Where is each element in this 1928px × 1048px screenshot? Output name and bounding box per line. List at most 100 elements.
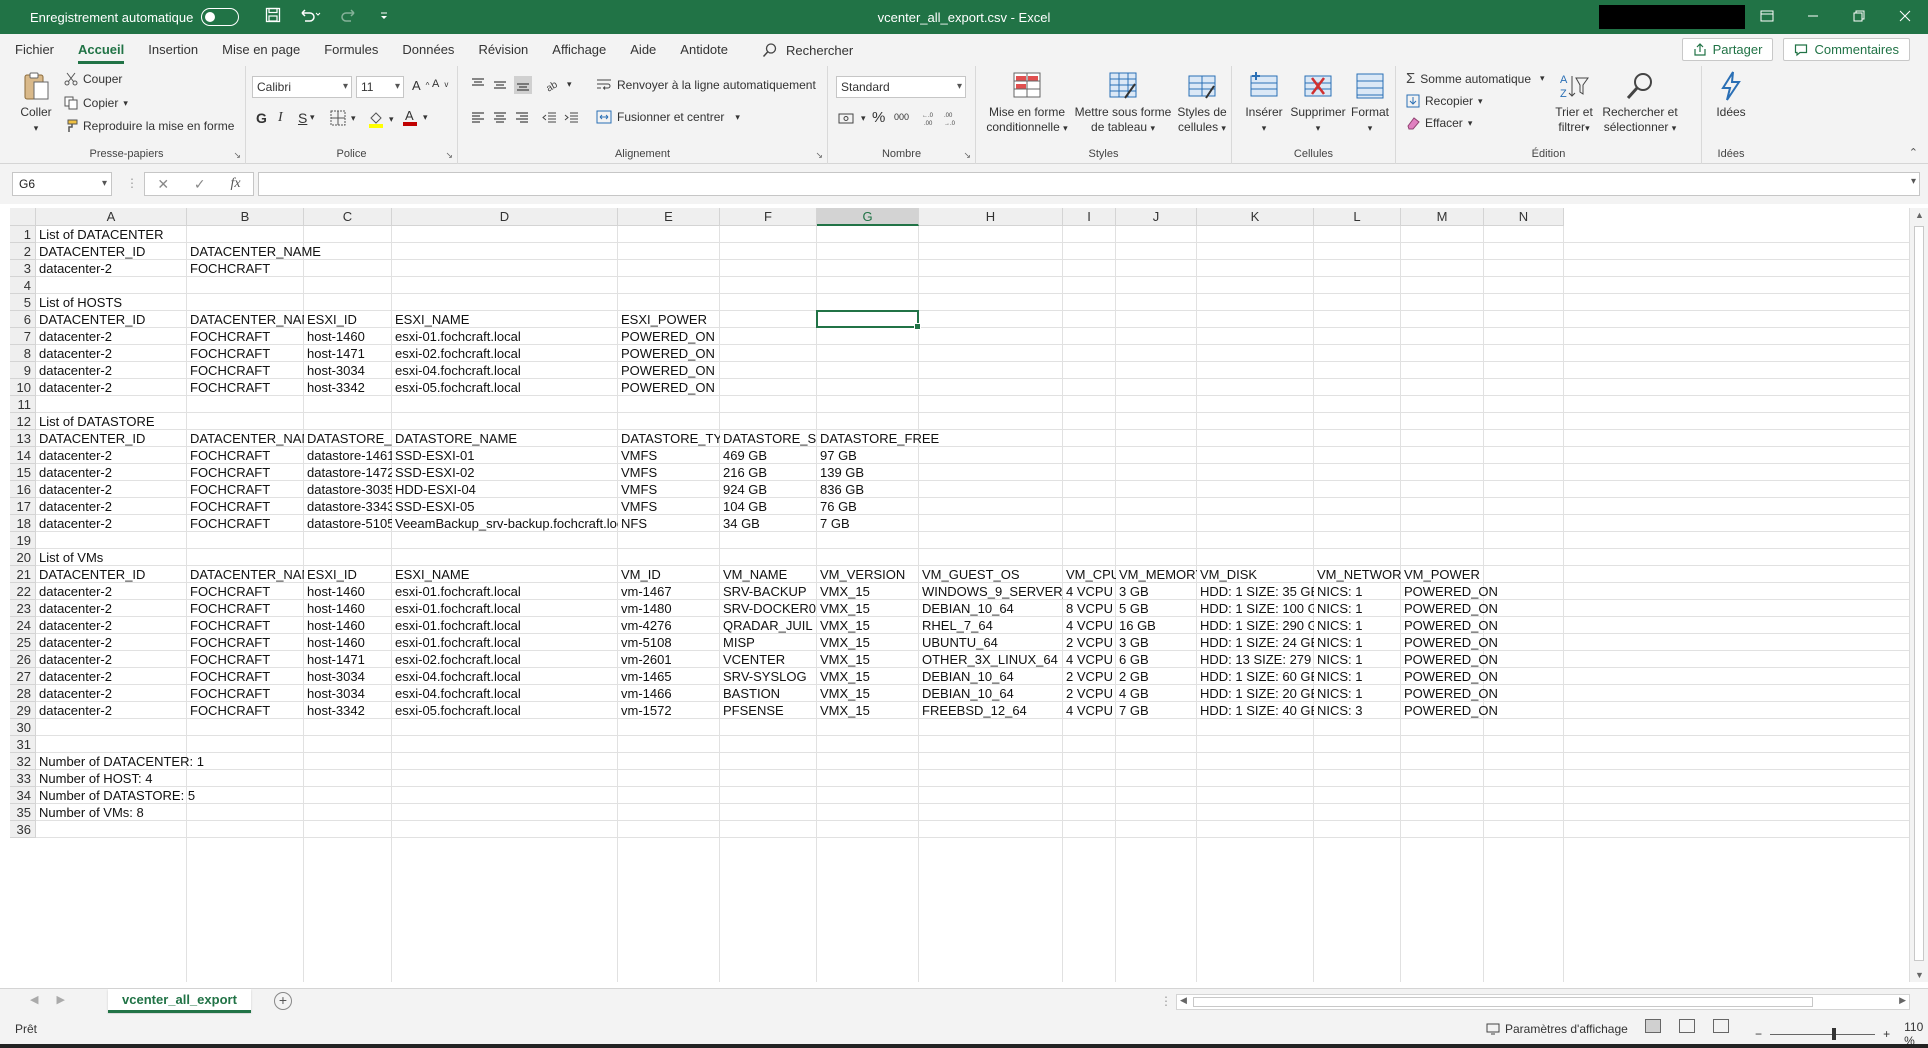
cell-f15[interactable]: 216 GB bbox=[720, 464, 817, 481]
cell-b2[interactable]: DATACENTER_NAME bbox=[187, 243, 587, 260]
column-header-h[interactable]: H bbox=[919, 208, 1063, 226]
display-settings-button[interactable]: Paramètres d'affichage bbox=[1486, 1022, 1628, 1036]
row-header-6[interactable]: 6 bbox=[10, 311, 36, 328]
font-size-select[interactable]: 11 bbox=[356, 76, 404, 98]
cell-b6[interactable]: DATACENTER_NAME bbox=[187, 311, 304, 328]
cell-a20[interactable]: List of VMs bbox=[36, 549, 436, 566]
column-header-e[interactable]: E bbox=[618, 208, 720, 226]
underline-button[interactable]: S bbox=[298, 110, 307, 126]
scroll-right-icon[interactable]: ▶ bbox=[1899, 995, 1906, 1006]
cell-k27[interactable]: HDD: 1 SIZE: 60 GB bbox=[1197, 668, 1314, 685]
row-header-26[interactable]: 26 bbox=[10, 651, 36, 668]
cell-j27[interactable]: 2 GB bbox=[1116, 668, 1197, 685]
bold-button[interactable]: G bbox=[256, 110, 267, 126]
cell-d18[interactable]: VeeamBackup_srv-backup.fochcraft.local bbox=[392, 515, 618, 532]
cell-h26[interactable]: OTHER_3X_LINUX_64 bbox=[919, 651, 1063, 668]
cell-h28[interactable]: DEBIAN_10_64 bbox=[919, 685, 1063, 702]
cell-k24[interactable]: HDD: 1 SIZE: 290 GB bbox=[1197, 617, 1314, 634]
zoom-in-icon[interactable]: + bbox=[1883, 1027, 1890, 1041]
cell-d15[interactable]: SSD-ESXI-02 bbox=[392, 464, 618, 481]
cell-g29[interactable]: VMX_15 bbox=[817, 702, 919, 719]
cell-m22[interactable]: POWERED_ON bbox=[1401, 583, 1801, 600]
cell-e22[interactable]: vm-1467 bbox=[618, 583, 720, 600]
customize-toolbar-icon[interactable] bbox=[379, 7, 389, 28]
cell-e9[interactable]: POWERED_ON bbox=[618, 362, 1018, 379]
tab-insertion[interactable]: Insertion bbox=[136, 34, 210, 66]
cell-c16[interactable]: datastore-3035 bbox=[304, 481, 392, 498]
cell-k21[interactable]: VM_DISK bbox=[1197, 566, 1314, 583]
name-box[interactable]: G6 bbox=[12, 172, 112, 196]
search-box[interactable]: Rechercher bbox=[762, 42, 853, 58]
dialog-launcher-icon[interactable]: ↘ bbox=[233, 150, 241, 161]
cell-a26[interactable]: datacenter-2 bbox=[36, 651, 187, 668]
cell-d14[interactable]: SSD-ESXI-01 bbox=[392, 447, 618, 464]
cell-a12[interactable]: List of DATASTORE bbox=[36, 413, 436, 430]
column-header-c[interactable]: C bbox=[304, 208, 392, 226]
cell-h22[interactable]: WINDOWS_9_SERVER_64 bbox=[919, 583, 1063, 600]
merge-center-button[interactable]: Fusionner et centrer ▾ bbox=[596, 110, 740, 124]
cell-b24[interactable]: FOCHCRAFT bbox=[187, 617, 304, 634]
row-header-19[interactable]: 19 bbox=[10, 532, 36, 549]
font-color-button[interactable]: A ▾ bbox=[402, 108, 428, 126]
cell-a29[interactable]: datacenter-2 bbox=[36, 702, 187, 719]
cell-i28[interactable]: 2 VCPU bbox=[1063, 685, 1116, 702]
cell-b16[interactable]: FOCHCRAFT bbox=[187, 481, 304, 498]
row-header-18[interactable]: 18 bbox=[10, 515, 36, 532]
cell-b18[interactable]: FOCHCRAFT bbox=[187, 515, 304, 532]
cell-i24[interactable]: 4 VCPU bbox=[1063, 617, 1116, 634]
cell-e7[interactable]: POWERED_ON bbox=[618, 328, 1018, 345]
column-header-i[interactable]: I bbox=[1063, 208, 1116, 226]
align-bottom-icon[interactable] bbox=[514, 76, 532, 94]
cell-b15[interactable]: FOCHCRAFT bbox=[187, 464, 304, 481]
horizontal-scroll-thumb[interactable] bbox=[1193, 997, 1813, 1007]
cell-d26[interactable]: esxi-02.fochcraft.local bbox=[392, 651, 618, 668]
decrease-decimal-button[interactable]: .00 →.0 bbox=[944, 110, 960, 126]
cell-c25[interactable]: host-1460 bbox=[304, 634, 392, 651]
wrap-text-button[interactable]: Renvoyer à la ligne automatiquement bbox=[596, 78, 816, 92]
column-header-l[interactable]: L bbox=[1314, 208, 1401, 226]
cell-d16[interactable]: HDD-ESXI-04 bbox=[392, 481, 618, 498]
row-header-35[interactable]: 35 bbox=[10, 804, 36, 821]
cell-c21[interactable]: ESXI_ID bbox=[304, 566, 392, 583]
cell-c6[interactable]: ESXI_ID bbox=[304, 311, 392, 328]
cell-a16[interactable]: datacenter-2 bbox=[36, 481, 187, 498]
row-header-15[interactable]: 15 bbox=[10, 464, 36, 481]
cell-f25[interactable]: MISP bbox=[720, 634, 817, 651]
row-header-23[interactable]: 23 bbox=[10, 600, 36, 617]
zoom-slider[interactable] bbox=[1770, 1027, 1876, 1040]
cell-j28[interactable]: 4 GB bbox=[1116, 685, 1197, 702]
cell-e15[interactable]: VMFS bbox=[618, 464, 720, 481]
column-header-j[interactable]: J bbox=[1116, 208, 1197, 226]
ribbon-display-icon[interactable] bbox=[1744, 0, 1790, 34]
row-header-10[interactable]: 10 bbox=[10, 379, 36, 396]
cell-b10[interactable]: FOCHCRAFT bbox=[187, 379, 304, 396]
cell-e10[interactable]: POWERED_ON bbox=[618, 379, 1018, 396]
vertical-scrollbar[interactable]: ▲ ▼ bbox=[1909, 208, 1928, 982]
cell-l22[interactable]: NICS: 1 bbox=[1314, 583, 1401, 600]
borders-button[interactable]: ▾ bbox=[330, 110, 356, 126]
cell-b28[interactable]: FOCHCRAFT bbox=[187, 685, 304, 702]
next-sheet-icon[interactable]: ▶ bbox=[56, 993, 64, 1006]
cell-c23[interactable]: host-1460 bbox=[304, 600, 392, 617]
cell-h25[interactable]: UBUNTU_64 bbox=[919, 634, 1063, 651]
cell-m25[interactable]: POWERED_ON bbox=[1401, 634, 1801, 651]
vertical-scroll-thumb[interactable] bbox=[1914, 226, 1924, 961]
row-header-12[interactable]: 12 bbox=[10, 413, 36, 430]
cell-b17[interactable]: FOCHCRAFT bbox=[187, 498, 304, 515]
row-header-29[interactable]: 29 bbox=[10, 702, 36, 719]
align-middle-icon[interactable] bbox=[492, 77, 508, 93]
horizontal-scrollbar[interactable]: ◀ ▶ bbox=[1176, 994, 1910, 1010]
dialog-launcher-icon[interactable]: ↘ bbox=[963, 150, 971, 161]
cell-g27[interactable]: VMX_15 bbox=[817, 668, 919, 685]
cell-a5[interactable]: List of HOSTS bbox=[36, 294, 436, 311]
number-format-select[interactable]: Standard bbox=[836, 76, 966, 98]
cell-d7[interactable]: esxi-01.fochcraft.local bbox=[392, 328, 618, 345]
cell-e13[interactable]: DATASTORE_TYPE bbox=[618, 430, 720, 447]
cell-e28[interactable]: vm-1466 bbox=[618, 685, 720, 702]
thousands-separator-button[interactable]: 000 bbox=[894, 112, 909, 122]
cell-l21[interactable]: VM_NETWORK bbox=[1314, 566, 1401, 583]
cell-a25[interactable]: datacenter-2 bbox=[36, 634, 187, 651]
cell-h29[interactable]: FREEBSD_12_64 bbox=[919, 702, 1063, 719]
tab-accueil[interactable]: Accueil bbox=[66, 34, 136, 66]
cell-i23[interactable]: 8 VCPU bbox=[1063, 600, 1116, 617]
